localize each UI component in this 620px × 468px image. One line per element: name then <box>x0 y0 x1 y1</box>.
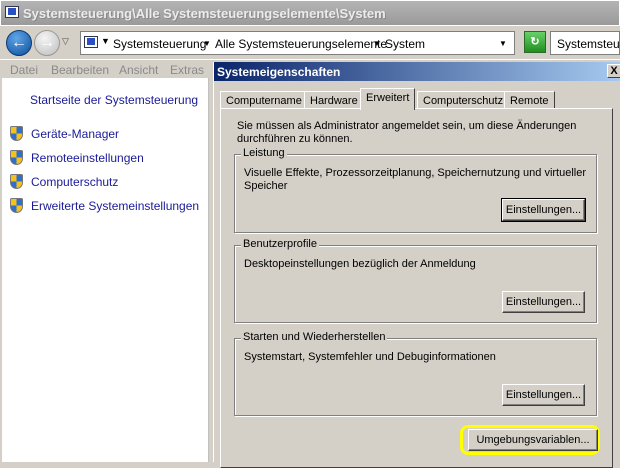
address-dropdown-icon[interactable]: ▼ <box>499 39 507 48</box>
benutzerprofile-settings-button[interactable]: Einstellungen... <box>502 291 585 313</box>
tab-erweitert[interactable]: Erweitert <box>360 88 416 110</box>
sidebar-item-computerschutz[interactable]: Computerschutz <box>31 175 118 189</box>
tab-hardware[interactable]: Hardware <box>304 91 364 109</box>
tab-remote[interactable]: Remote <box>504 91 555 109</box>
menu-extras[interactable]: Extras <box>170 63 204 77</box>
window-title: Systemsteuerung\Alle Systemsteuerungsele… <box>23 6 386 21</box>
tab-computerschutz[interactable]: Computerschutz <box>417 91 510 109</box>
leistung-settings-button[interactable]: Einstellungen... <box>501 198 586 222</box>
refresh-icon[interactable]: ↻ <box>524 31 546 53</box>
group-title: Leistung <box>241 147 287 159</box>
address-bar[interactable]: ▼ Systemsteuerung ▼ Alle Systemsteuerung… <box>80 31 515 55</box>
admin-notice: Sie müssen als Administrator angemeldet … <box>237 120 577 145</box>
chevron-icon[interactable]: ▼ <box>373 39 381 48</box>
location-dropdown-icon[interactable]: ▼ <box>101 36 110 46</box>
group-title: Benutzerprofile <box>241 238 319 250</box>
shield-icon <box>10 174 23 189</box>
tab-panel: Sie müssen als Administrator angemeldet … <box>220 108 613 468</box>
shield-icon <box>10 198 23 213</box>
sidebar-item-geraete-manager[interactable]: Geräte-Manager <box>31 127 119 141</box>
system-properties-dialog: Systemeigenschaften X Computername Hardw… <box>213 62 620 468</box>
search-input[interactable]: Systemsteuerung durchsuchen <box>550 31 620 55</box>
address-toolbar: ← → ▽ ▼ Systemsteuerung ▼ Alle Systemste… <box>0 26 620 60</box>
sidebar: Startseite der Systemsteuerung Geräte-Ma… <box>2 78 209 462</box>
dialog-titlebar: Systemeigenschaften X <box>214 62 620 81</box>
back-arrow-icon[interactable]: ← <box>6 30 32 56</box>
breadcrumb-system[interactable]: System <box>385 37 425 51</box>
forward-arrow-icon[interactable]: → <box>34 30 60 56</box>
menu-ansicht[interactable]: Ansicht <box>119 63 158 77</box>
system-icon <box>5 6 19 18</box>
window-titlebar: Systemsteuerung\Alle Systemsteuerungsele… <box>0 0 620 26</box>
sidebar-home-link[interactable]: Startseite der Systemsteuerung <box>30 93 198 107</box>
chevron-icon[interactable]: ▼ <box>203 39 211 48</box>
shield-icon <box>10 150 23 165</box>
location-icon <box>84 36 98 48</box>
sidebar-item-remoteeinstellungen[interactable]: Remoteeinstellungen <box>31 151 144 165</box>
group-description: Systemstart, Systemfehler und Debuginfor… <box>244 351 496 363</box>
tab-computername[interactable]: Computername <box>220 91 308 109</box>
group-starten-wiederherstellen: Starten und Wiederherstellen Systemstart… <box>234 331 597 416</box>
sidebar-item-erweiterte-einstellungen[interactable]: Erweiterte Systemeinstellungen <box>31 199 199 213</box>
breadcrumb-systemsteuerung[interactable]: Systemsteuerung <box>113 37 206 51</box>
breadcrumb-alle-elemente[interactable]: Alle Systemsteuerungselemente <box>215 37 387 51</box>
group-title: Starten und Wiederherstellen <box>241 331 388 343</box>
shield-icon <box>10 126 23 141</box>
history-dropdown-icon[interactable]: ▽ <box>62 36 69 47</box>
group-benutzerprofile: Benutzerprofile Desktopeinstellungen bez… <box>234 238 597 323</box>
starten-settings-button[interactable]: Einstellungen... <box>502 384 585 406</box>
environment-variables-button[interactable]: Umgebungsvariablen... <box>468 429 598 451</box>
dialog-title: Systemeigenschaften <box>217 65 341 79</box>
group-description: Visuelle Effekte, Prozessorzeitplanung, … <box>244 167 587 192</box>
close-icon[interactable]: X <box>607 64 620 78</box>
group-description: Desktopeinstellungen bezüglich der Anmel… <box>244 258 476 270</box>
menu-bearbeiten[interactable]: Bearbeiten <box>51 63 109 77</box>
menu-datei[interactable]: Datei <box>10 63 38 77</box>
group-leistung: Leistung Visuelle Effekte, Prozessorzeit… <box>234 147 597 233</box>
